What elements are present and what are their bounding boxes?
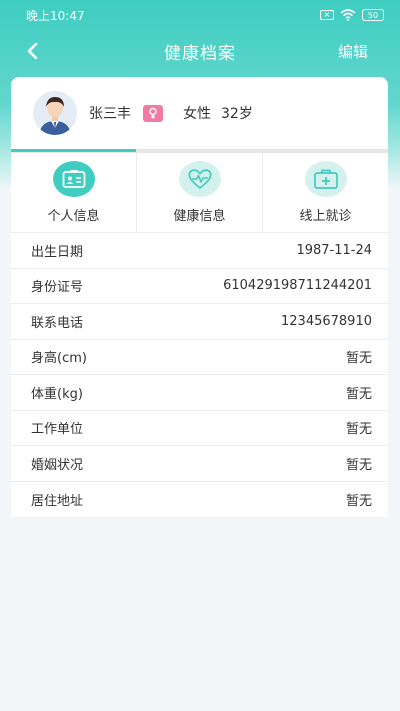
page-title: 健康档案 xyxy=(164,43,236,64)
tab-active-indicator xyxy=(11,149,136,152)
info-value: 暂无 xyxy=(345,457,372,473)
personal-info-list: 出生日期 1987-11-24 身份证号 610429198711244201 … xyxy=(11,233,388,517)
info-label: 出生日期 xyxy=(31,244,84,260)
info-row-marital-status[interactable]: 婚姻状况 暂无 xyxy=(11,446,388,482)
profile-row: 张三丰 女性 32岁 xyxy=(11,77,388,149)
user-age: 32岁 xyxy=(221,106,253,122)
tab-personal-info[interactable]: 个人信息 xyxy=(11,153,137,232)
profile-card: 张三丰 女性 32岁 个人信息 健康信息 线上就诊 出生日期 1987-11-2… xyxy=(11,77,388,517)
id-card-icon xyxy=(52,161,95,197)
status-time: 晚上10:47 xyxy=(26,8,85,23)
info-value: 1987-11-24 xyxy=(296,242,372,258)
nav-bar: 健康档案 编辑 xyxy=(0,30,400,72)
info-value: 暂无 xyxy=(345,351,372,367)
info-value: 暂无 xyxy=(345,493,372,509)
user-avatar-icon xyxy=(33,91,77,135)
info-label: 身高(cm) xyxy=(31,351,87,367)
info-value: 暂无 xyxy=(345,386,372,402)
info-label: 身份证号 xyxy=(31,280,84,296)
user-name: 张三丰 xyxy=(89,106,131,122)
info-label: 体重(kg) xyxy=(31,386,83,402)
wifi-icon xyxy=(340,9,356,21)
tab-label: 线上就诊 xyxy=(299,209,352,224)
tab-health-info[interactable]: 健康信息 xyxy=(137,153,263,232)
edit-button[interactable]: 编辑 xyxy=(338,41,368,62)
user-gender: 女性 xyxy=(183,106,211,122)
tab-label: 个人信息 xyxy=(47,209,100,224)
tab-indicator-track xyxy=(11,149,388,153)
info-row-address[interactable]: 居住地址 暂无 xyxy=(11,482,388,518)
chevron-left-icon xyxy=(27,43,38,59)
tab-online-consult[interactable]: 线上就诊 xyxy=(263,153,388,232)
info-value: 12345678910 xyxy=(281,313,372,329)
info-label: 婚姻状况 xyxy=(31,457,84,473)
info-label: 联系电话 xyxy=(31,315,84,331)
tab-label: 健康信息 xyxy=(173,209,226,224)
back-button[interactable] xyxy=(20,38,46,64)
info-row-id-number[interactable]: 身份证号 610429198711244201 xyxy=(11,269,388,304)
info-value: 暂无 xyxy=(345,422,372,438)
status-icons: × 50 xyxy=(320,9,384,21)
status-bar: 晚上10:47 × 50 xyxy=(0,0,400,30)
info-label: 工作单位 xyxy=(31,422,84,438)
tab-bar: 个人信息 健康信息 线上就诊 xyxy=(11,153,388,233)
battery-icon: 50 xyxy=(362,9,384,21)
info-row-height[interactable]: 身高(cm) 暂无 xyxy=(11,340,388,375)
female-gender-icon xyxy=(143,104,163,122)
no-sim-icon: × xyxy=(320,10,334,20)
heart-pulse-icon xyxy=(178,161,221,197)
medical-kit-icon xyxy=(304,161,347,197)
info-row-weight[interactable]: 体重(kg) 暂无 xyxy=(11,375,388,411)
info-row-employer[interactable]: 工作单位 暂无 xyxy=(11,411,388,446)
info-row-phone[interactable]: 联系电话 12345678910 xyxy=(11,304,388,340)
info-label: 居住地址 xyxy=(31,493,84,509)
info-row-birth-date[interactable]: 出生日期 1987-11-24 xyxy=(11,233,388,269)
avatar[interactable] xyxy=(33,91,77,135)
info-value: 610429198711244201 xyxy=(223,278,372,294)
